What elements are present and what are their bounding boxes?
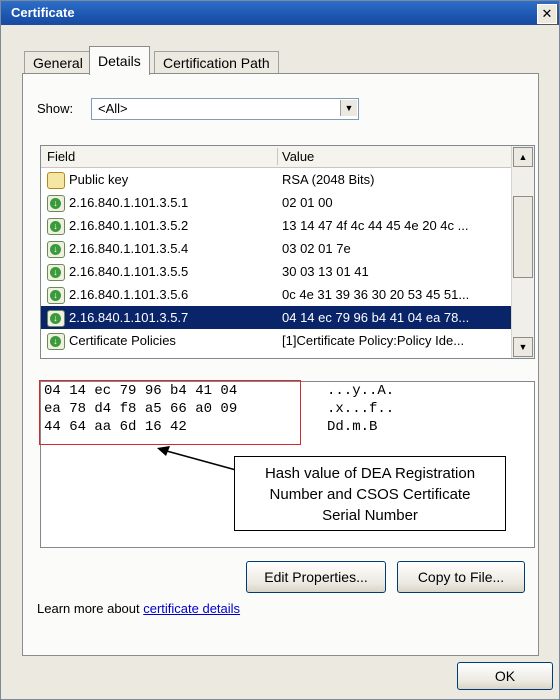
callout-line: Hash value of DEA Registration xyxy=(264,465,476,482)
list-item-value: 03 02 01 7e xyxy=(282,241,351,256)
list-item-value: 0c 4e 31 39 36 30 20 53 45 51... xyxy=(282,287,470,302)
list-item[interactable]: ↓ 2.16.840.1.101.3.5.4 03 02 01 7e xyxy=(41,237,511,260)
tab-certification-path[interactable]: Certification Path xyxy=(154,51,279,74)
list-item-field: Public key xyxy=(69,172,129,187)
callout-line: Number and CSOS Certificate xyxy=(269,486,471,503)
callout-note: Hash value of DEA Registration Number an… xyxy=(234,456,506,531)
close-button[interactable]: ✕ xyxy=(537,4,557,24)
list-item[interactable]: ↓ 2.16.840.1.101.3.5.5 30 03 13 01 41 xyxy=(41,260,511,283)
list-item-field: 2.16.840.1.101.3.5.4 xyxy=(69,241,189,256)
copy-to-file-button[interactable]: Copy to File... xyxy=(397,561,525,593)
column-header-value[interactable]: Value xyxy=(282,149,314,164)
list-item-value: 02 01 00 xyxy=(282,195,333,210)
tab-general[interactable]: General xyxy=(24,51,92,74)
list-item-field: 2.16.840.1.101.3.5.2 xyxy=(69,218,189,233)
callout-line: Serial Number xyxy=(322,507,418,524)
key-icon xyxy=(47,172,65,189)
list-item-field: 2.16.840.1.101.3.5.5 xyxy=(69,264,189,279)
title-bar[interactable]: Certificate ✕ xyxy=(1,1,559,25)
learn-more: Learn more about certificate details xyxy=(37,601,240,616)
ok-button[interactable]: OK xyxy=(457,662,553,690)
learn-more-text: Learn more about xyxy=(37,601,144,616)
window-title: Certificate xyxy=(11,5,75,20)
scroll-thumb[interactable] xyxy=(513,196,533,278)
list-item-value: [1]Certificate Policy:Policy Ide... xyxy=(282,333,465,348)
field-list[interactable]: Field Value Public key RSA (2048 Bits) ↓… xyxy=(40,145,535,359)
list-item-value: 13 14 47 4f 4c 44 45 4e 20 4c ... xyxy=(282,218,469,233)
list-item[interactable]: Public key RSA (2048 Bits) xyxy=(41,168,511,191)
extension-icon: ↓ xyxy=(47,287,65,304)
certificate-window: Certificate ✕ General Details Certificat… xyxy=(0,0,560,700)
extension-icon: ↓ xyxy=(47,333,65,350)
list-item-selected[interactable]: ↓ 2.16.840.1.101.3.5.7 04 14 ec 79 96 b4… xyxy=(41,306,511,329)
value-hex-view[interactable]: 04 14 ec 79 96 b4 41 04 ea 78 d4 f8 a5 6… xyxy=(39,380,535,548)
close-icon: ✕ xyxy=(541,6,553,21)
column-header-field[interactable]: Field xyxy=(47,149,75,164)
extension-icon: ↓ xyxy=(47,195,65,212)
extension-icon: ↓ xyxy=(47,310,65,327)
tab-details[interactable]: Details xyxy=(89,46,150,75)
list-item-field: 2.16.840.1.101.3.5.1 xyxy=(69,195,189,210)
list-item[interactable]: ↓ 2.16.840.1.101.3.5.1 02 01 00 xyxy=(41,191,511,214)
list-item[interactable]: ↓ 2.16.840.1.101.3.5.6 0c 4e 31 39 36 30… xyxy=(41,283,511,306)
list-item[interactable]: ↓ 2.16.840.1.101.3.5.2 13 14 47 4f 4c 44… xyxy=(41,214,511,237)
list-item-value: 04 14 ec 79 96 b4 41 04 ea 78... xyxy=(282,310,470,325)
list-item-field: Certificate Policies xyxy=(69,333,176,348)
show-select[interactable]: <All> ▼ xyxy=(91,98,359,120)
extension-icon: ↓ xyxy=(47,241,65,258)
extension-icon: ↓ xyxy=(47,218,65,235)
list-item-value: RSA (2048 Bits) xyxy=(282,172,375,187)
list-item-field: 2.16.840.1.101.3.5.6 xyxy=(69,287,189,302)
scroll-down-button[interactable]: ▼ xyxy=(513,337,533,357)
list-scrollbar[interactable]: ▲ ▼ xyxy=(511,146,534,358)
certificate-details-link[interactable]: certificate details xyxy=(143,601,240,616)
list-item-value: 30 03 13 01 41 xyxy=(282,264,369,279)
list-item-field: 2.16.840.1.101.3.5.7 xyxy=(69,310,189,325)
edit-properties-button[interactable]: Edit Properties... xyxy=(246,561,386,593)
show-select-value: <All> xyxy=(98,101,128,116)
list-header: Field Value xyxy=(41,146,511,168)
show-label: Show: xyxy=(37,101,74,116)
list-item[interactable]: ↓ Certificate Policies [1]Certificate Po… xyxy=(41,329,511,352)
chevron-down-icon[interactable]: ▼ xyxy=(340,100,357,116)
column-divider[interactable] xyxy=(277,148,278,165)
extension-icon: ↓ xyxy=(47,264,65,281)
scroll-up-button[interactable]: ▲ xyxy=(513,147,533,167)
